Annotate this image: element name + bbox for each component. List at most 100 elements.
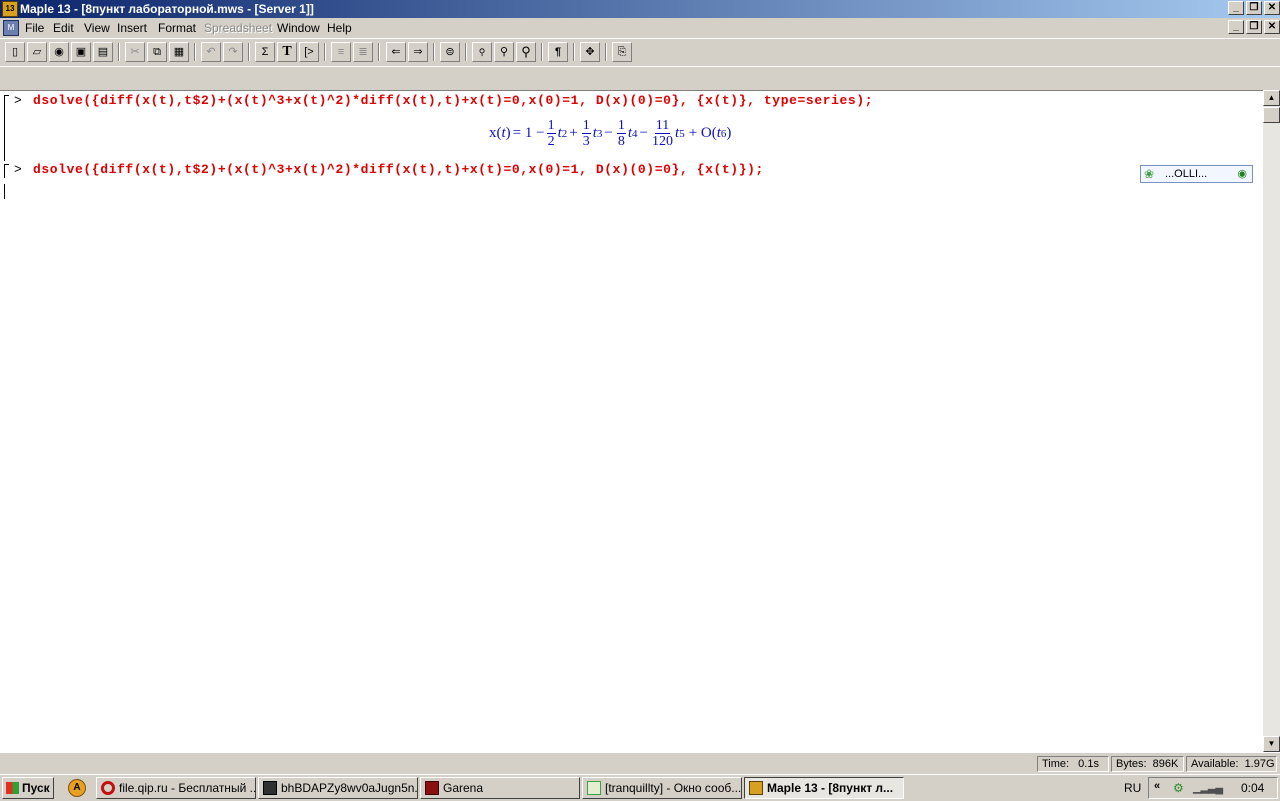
minimize-button[interactable]: _ (1228, 1, 1244, 15)
time-value: 0.1s (1078, 758, 1099, 770)
image-icon (263, 781, 277, 795)
maximize-button[interactable]: ❐ (1246, 1, 1262, 15)
menu-bar: M File Edit View Insert Format Spreadshe… (0, 18, 1280, 38)
doc-restore-button[interactable]: ❐ (1246, 20, 1262, 34)
task-image[interactable]: bhBDAPZy8wv0aJugn5n... (258, 777, 418, 799)
windows-logo-icon (6, 782, 19, 794)
task-qip-chat[interactable]: [tranquillty] - Окно сооб... (582, 777, 742, 799)
exponent: 3 (596, 127, 603, 140)
garena-icon (425, 781, 439, 795)
open-url-icon[interactable]: ◉ (49, 42, 69, 62)
input-prompt: > (14, 162, 22, 177)
qip-contact-popup[interactable]: ❀ ...OLLI... ◉ (1140, 165, 1253, 183)
menu-format[interactable]: Format (158, 21, 196, 35)
cut-icon[interactable]: ✂ (125, 42, 145, 62)
task-opera[interactable]: file.qip.ru - Бесплатный ... (96, 777, 256, 799)
print-icon[interactable]: ▤ (93, 42, 113, 62)
vertical-scrollbar[interactable]: ▲ ▼ (1263, 90, 1280, 752)
undo-icon[interactable]: ↶ (201, 42, 221, 62)
outdent-icon[interactable]: ≣ (353, 42, 373, 62)
restart-icon[interactable]: ⎘ (612, 42, 632, 62)
open-icon[interactable]: ▱ (27, 42, 47, 62)
doc-close-button[interactable]: ✕ (1264, 20, 1280, 34)
toolbar-separator (194, 43, 196, 61)
toolbar-separator (465, 43, 467, 61)
maple-app-icon[interactable]: 13 (2, 1, 18, 17)
time-label: Time: (1042, 758, 1070, 770)
menu-edit[interactable]: Edit (53, 21, 74, 35)
toolbar-separator (324, 43, 326, 61)
bytes-value: 896K (1152, 758, 1179, 770)
main-toolbar: ▯ ▱ ◉ ▣ ▤ ✂ ⧉ ▦ ↶ ↷ Σ T [> ≡ ≣ ⇐ ⇒ ⊜ ⚲ ⚲… (0, 38, 1280, 67)
new-icon[interactable]: ▯ (5, 42, 25, 62)
window-title: Maple 13 - [8пункт лабораторной.mws - [S… (20, 2, 314, 16)
time-status: Time: 0.1s (1037, 756, 1109, 772)
scroll-down-button[interactable]: ▼ (1263, 736, 1280, 752)
command-line[interactable]: dsolve({diff(x(t),t$2)+(x(t)^3+x(t)^2)*d… (33, 162, 764, 177)
back-icon[interactable]: ⇐ (386, 42, 406, 62)
execution-group-bracket[interactable] (4, 164, 9, 178)
input-prompt: > (14, 93, 22, 108)
toolbar-separator (118, 43, 120, 61)
taskbar: Пуск A file.qip.ru - Бесплатный ... bhBD… (0, 774, 1280, 801)
signal-tray-icon[interactable]: ▁▂▃▄ (1193, 781, 1223, 794)
fraction: 18 (616, 118, 626, 149)
qip-flower-icon: ❀ (1144, 167, 1155, 181)
worksheet[interactable]: > dsolve({diff(x(t),t$2)+(x(t)^3+x(t)^2)… (0, 90, 1263, 753)
menu-insert[interactable]: Insert (117, 21, 147, 35)
operator: − (639, 125, 649, 141)
stop-icon[interactable]: ⊜ (440, 42, 460, 62)
available-label: Available: (1191, 758, 1239, 770)
redo-icon[interactable]: ↷ (223, 42, 243, 62)
forward-icon[interactable]: ⇒ (408, 42, 428, 62)
result-close: ) (505, 125, 511, 141)
copy-icon[interactable]: ⧉ (147, 42, 167, 62)
zoom-3-icon[interactable]: ⚲ (516, 42, 536, 62)
task-maple[interactable]: Maple 13 - [8пункт л... (744, 777, 904, 799)
paste-icon[interactable]: ▦ (169, 42, 189, 62)
chat-icon (587, 781, 601, 795)
sigma-icon[interactable]: Σ (255, 42, 275, 62)
menu-help[interactable]: Help (327, 21, 352, 35)
execution-group-bracket[interactable] (4, 95, 9, 161)
close-button[interactable]: ✕ (1264, 1, 1280, 15)
system-tray: « ⚙ ▁▂▃▄ 0:04 (1148, 777, 1278, 799)
task-label: bhBDAPZy8wv0aJugn5n... (281, 781, 418, 795)
text-icon[interactable]: T (277, 42, 297, 62)
menu-file[interactable]: File (25, 21, 44, 35)
prompt-icon[interactable]: [> (299, 42, 319, 62)
menu-view[interactable]: View (84, 21, 110, 35)
scroll-thumb[interactable] (1263, 107, 1280, 123)
clock[interactable]: 0:04 (1241, 781, 1264, 795)
task-garena[interactable]: Garena (420, 777, 580, 799)
command-line[interactable]: dsolve({diff(x(t),t$2)+(x(t)^3+x(t)^2)*d… (33, 93, 873, 108)
eye-icon[interactable]: ◉ (1237, 167, 1247, 180)
indent-icon[interactable]: ≡ (331, 42, 351, 62)
qip-contact-label: ...OLLI... (1165, 168, 1208, 180)
tray-expand-icon[interactable]: « (1154, 780, 1160, 792)
doc-minimize-button[interactable]: _ (1228, 20, 1244, 34)
document-icon[interactable]: M (3, 20, 19, 36)
task-label: Garena (443, 781, 484, 795)
save-icon[interactable]: ▣ (71, 42, 91, 62)
operator: + (569, 125, 578, 141)
big-o-term: + O( (688, 125, 717, 141)
task-label: [tranquillty] - Окно сооб... (605, 781, 742, 795)
zoom-2-icon[interactable]: ⚲ (494, 42, 514, 62)
bytes-status: Bytes: 896K (1111, 756, 1184, 772)
quicklaunch-icon[interactable]: A (68, 779, 86, 797)
pilcrow-icon[interactable]: ¶ (548, 42, 568, 62)
menu-window[interactable]: Window (277, 21, 320, 35)
task-label: file.qip.ru - Бесплатный ... (119, 781, 256, 795)
menu-spreadsheet: Spreadsheet (204, 21, 273, 35)
expand-icon[interactable]: ✥ (580, 42, 600, 62)
scroll-up-button[interactable]: ▲ (1263, 90, 1280, 106)
language-indicator[interactable]: RU (1124, 781, 1141, 795)
network-tray-icon[interactable]: ⚙ (1173, 781, 1184, 795)
toolbar-separator (248, 43, 250, 61)
toolbar-separator (605, 43, 607, 61)
exponent: 2 (561, 127, 568, 140)
toolbar-separator (573, 43, 575, 61)
zoom-1-icon[interactable]: ⚲ (472, 42, 492, 62)
start-button[interactable]: Пуск (2, 777, 54, 799)
